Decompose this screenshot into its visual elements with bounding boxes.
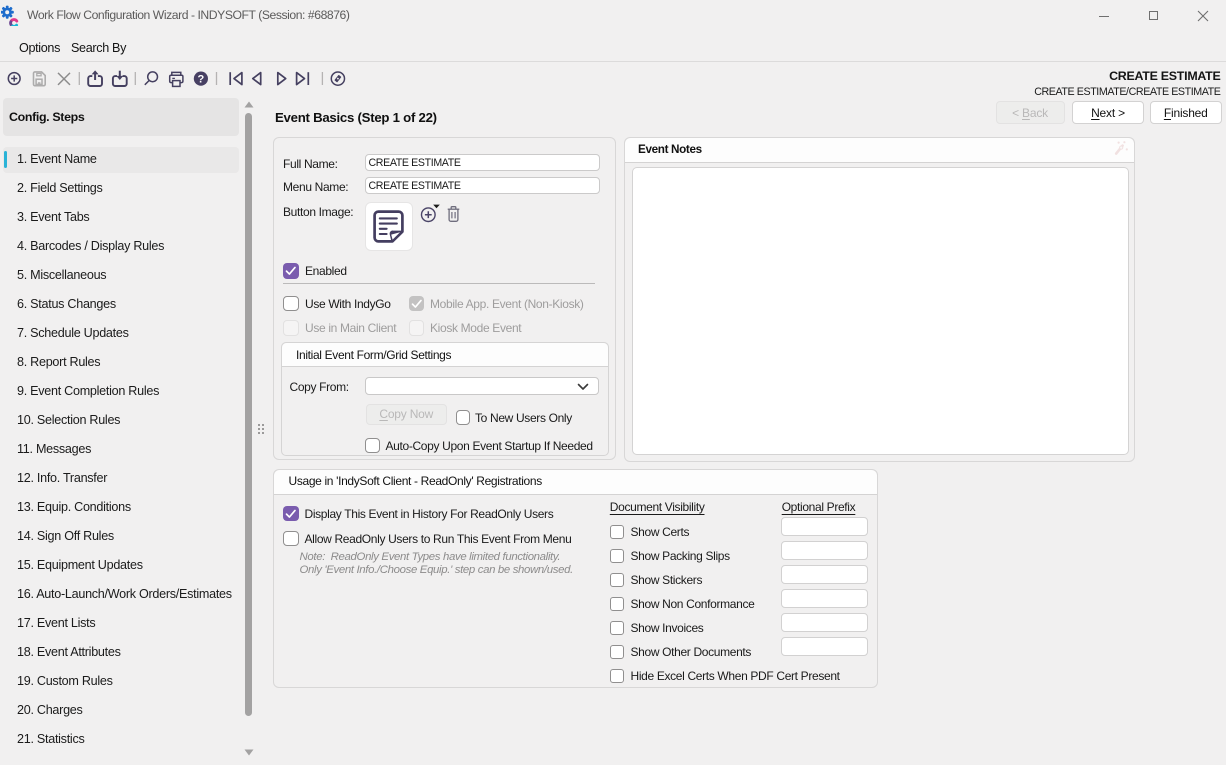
svg-text:?: ? (198, 74, 205, 86)
